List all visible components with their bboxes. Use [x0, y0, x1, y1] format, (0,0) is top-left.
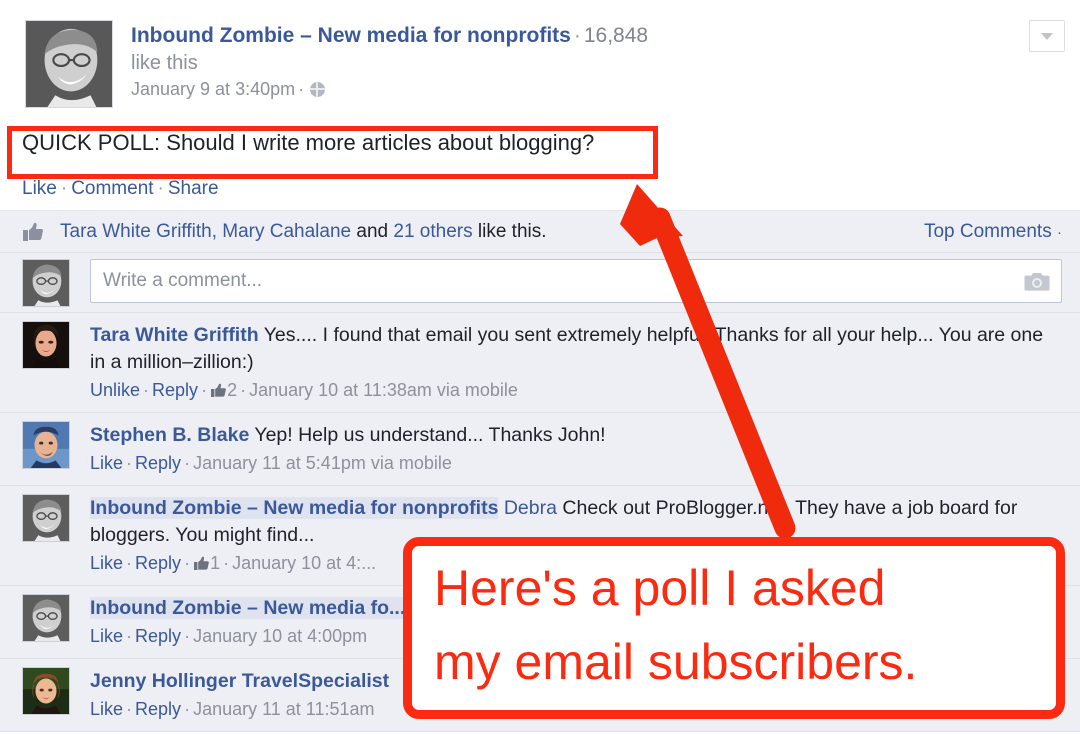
avatar-commenter[interactable]	[22, 667, 70, 715]
comment-like-button[interactable]: Like	[90, 626, 123, 646]
avatar-image	[23, 495, 69, 541]
comment-body: Yep! Help us understand... Thanks John!	[249, 424, 606, 446]
comment-reply-button[interactable]: Reply	[152, 380, 198, 400]
liker-names[interactable]: Tara White Griffith, Mary Cahalane	[60, 221, 351, 242]
comment-like-button[interactable]: Like	[90, 453, 123, 473]
chevron-down-icon: ·	[1057, 224, 1062, 241]
action-separator-1: ·	[60, 178, 68, 199]
avatar-image	[23, 260, 69, 306]
top-comments-selector[interactable]: Top Comments ·	[924, 220, 1062, 245]
avatar-current-user[interactable]	[22, 259, 70, 307]
like-count: 16,848	[583, 24, 649, 47]
facebook-post-screenshot: Inbound Zombie – New media for nonprofit…	[0, 0, 1080, 734]
header-separator: ·	[573, 24, 581, 47]
comment-input-wrapper[interactable]: Write a comment...	[90, 259, 1062, 303]
like-button[interactable]: Like	[22, 178, 57, 199]
comment-meta: Like · Reply · January 11 at 5:41pm via mobi…	[90, 450, 1062, 476]
likes-suffix: like this.	[472, 221, 547, 242]
comment-reply-button[interactable]: Reply	[135, 553, 181, 573]
annotation-callout: Here's a poll I asked my email subscribe…	[403, 537, 1065, 719]
comment-author[interactable]: Inbound Zombie – New media for nonprofit…	[90, 497, 499, 519]
meta-separator-2: ·	[184, 699, 191, 719]
avatar-commenter[interactable]	[22, 321, 70, 369]
comment-item: Stephen B. Blake Yep! Help us understand…	[0, 413, 1080, 486]
avatar-image	[23, 422, 69, 468]
post-options-button[interactable]	[1029, 20, 1065, 52]
likers-text: Tara White Griffith, Mary Cahalane and 2…	[60, 220, 547, 244]
comment-author[interactable]: Inbound Zombie – New media fo...	[90, 597, 406, 619]
post-header-text: Inbound Zombie – New media for nonprofit…	[131, 22, 1000, 102]
comment-timestamp[interactable]: January 11 at 11:51am	[193, 699, 374, 719]
comment-item: Tara White Griffith Yes.... I found that…	[0, 313, 1080, 413]
post-timestamp-row: January 9 at 3:40pm ·	[131, 76, 1000, 102]
avatar-image	[23, 322, 69, 368]
action-separator-2: ·	[157, 178, 164, 199]
thumbs-up-icon	[211, 383, 226, 397]
page-name-link[interactable]: Inbound Zombie – New media for nonprofit…	[131, 24, 571, 47]
likes-summary-bar: Tara White Griffith, Mary Cahalane and 2…	[0, 211, 1080, 253]
chevron-down-icon	[1041, 33, 1053, 40]
comment-meta: Unlike · Reply · 2 · January 10 at 11:38am via…	[90, 377, 1062, 403]
top-comments-label: Top Comments	[923, 221, 1052, 242]
comment-like-button[interactable]: Like	[90, 699, 123, 719]
comment-like-button[interactable]: Like	[90, 553, 123, 573]
comment-mention-tag[interactable]: Debra	[504, 497, 557, 519]
likes-and: and	[351, 221, 394, 242]
comment-text: Tara White Griffith Yes.... I found that…	[90, 322, 1062, 376]
comment-like-count: 1	[210, 553, 221, 573]
liker-others[interactable]: 21 others	[393, 221, 472, 242]
post-message: QUICK POLL: Should I write more articles…	[22, 130, 595, 155]
post-header: Inbound Zombie – New media for nonprofit…	[0, 0, 1080, 120]
post-timestamp[interactable]: January 9 at 3:40pm	[131, 79, 295, 99]
meta-separator-2: ·	[184, 626, 191, 646]
camera-icon[interactable]	[1023, 271, 1051, 293]
avatar-page-profile[interactable]	[25, 20, 113, 108]
meta-separator-3: ·	[223, 553, 230, 573]
meta-separator-3: ·	[240, 380, 247, 400]
post-author-line: Inbound Zombie – New media for nonprofit…	[131, 22, 1000, 50]
comment-composer: Write a comment...	[0, 253, 1080, 313]
comment-timestamp[interactable]: January 10 at 11:38am via mobile	[249, 380, 518, 400]
comment-timestamp[interactable]: January 11 at 5:41pm via mobile	[193, 453, 452, 473]
callout-line-2: my email subscribers.	[434, 634, 918, 690]
share-button[interactable]: Share	[168, 178, 219, 199]
comment-timestamp[interactable]: January 10 at 4:00pm	[193, 626, 367, 646]
comment-reply-button[interactable]: Reply	[135, 453, 181, 473]
globe-icon	[310, 82, 326, 97]
avatar-image	[26, 21, 112, 107]
meta-separator-1: ·	[143, 380, 150, 400]
meta-separator-2: ·	[184, 453, 191, 473]
avatar-image	[23, 668, 69, 714]
comment-author[interactable]: Stephen B. Blake	[90, 424, 249, 446]
avatar-commenter[interactable]	[22, 421, 70, 469]
comment-reply-button[interactable]: Reply	[135, 699, 181, 719]
comment-author[interactable]: Jenny Hollinger TravelSpecialist	[90, 670, 389, 692]
like-this-label: like this	[131, 52, 198, 74]
meta-separator-2: ·	[201, 380, 208, 400]
meta-separator-1: ·	[126, 699, 133, 719]
meta-separator-1: ·	[126, 553, 133, 573]
post-body: QUICK POLL: Should I write more articles…	[0, 120, 1080, 174]
comment-like-count: 2	[227, 380, 238, 400]
avatar-image	[23, 595, 69, 641]
comment-timestamp[interactable]: January 10 at 4:...	[232, 553, 376, 573]
timestamp-separator: ·	[298, 79, 305, 99]
meta-separator-1: ·	[126, 626, 133, 646]
meta-separator-1: ·	[126, 453, 133, 473]
comment-input-placeholder: Write a comment...	[103, 270, 263, 291]
thumbs-up-icon	[194, 556, 209, 570]
avatar-commenter[interactable]	[22, 494, 70, 542]
comment-text: Stephen B. Blake Yep! Help us understand…	[90, 422, 1062, 449]
callout-line-1: Here's a poll I asked	[434, 560, 886, 616]
post-actions-row: Like · Comment · Share	[0, 174, 1080, 211]
comment-reply-button[interactable]: Reply	[135, 626, 181, 646]
meta-separator-2: ·	[184, 553, 191, 573]
comment-author[interactable]: Tara White Griffith	[90, 324, 259, 346]
avatar-commenter[interactable]	[22, 594, 70, 642]
comment-like-button[interactable]: Unlike	[90, 380, 140, 400]
comment-button[interactable]: Comment	[71, 178, 153, 199]
thumbs-up-icon	[23, 222, 43, 241]
